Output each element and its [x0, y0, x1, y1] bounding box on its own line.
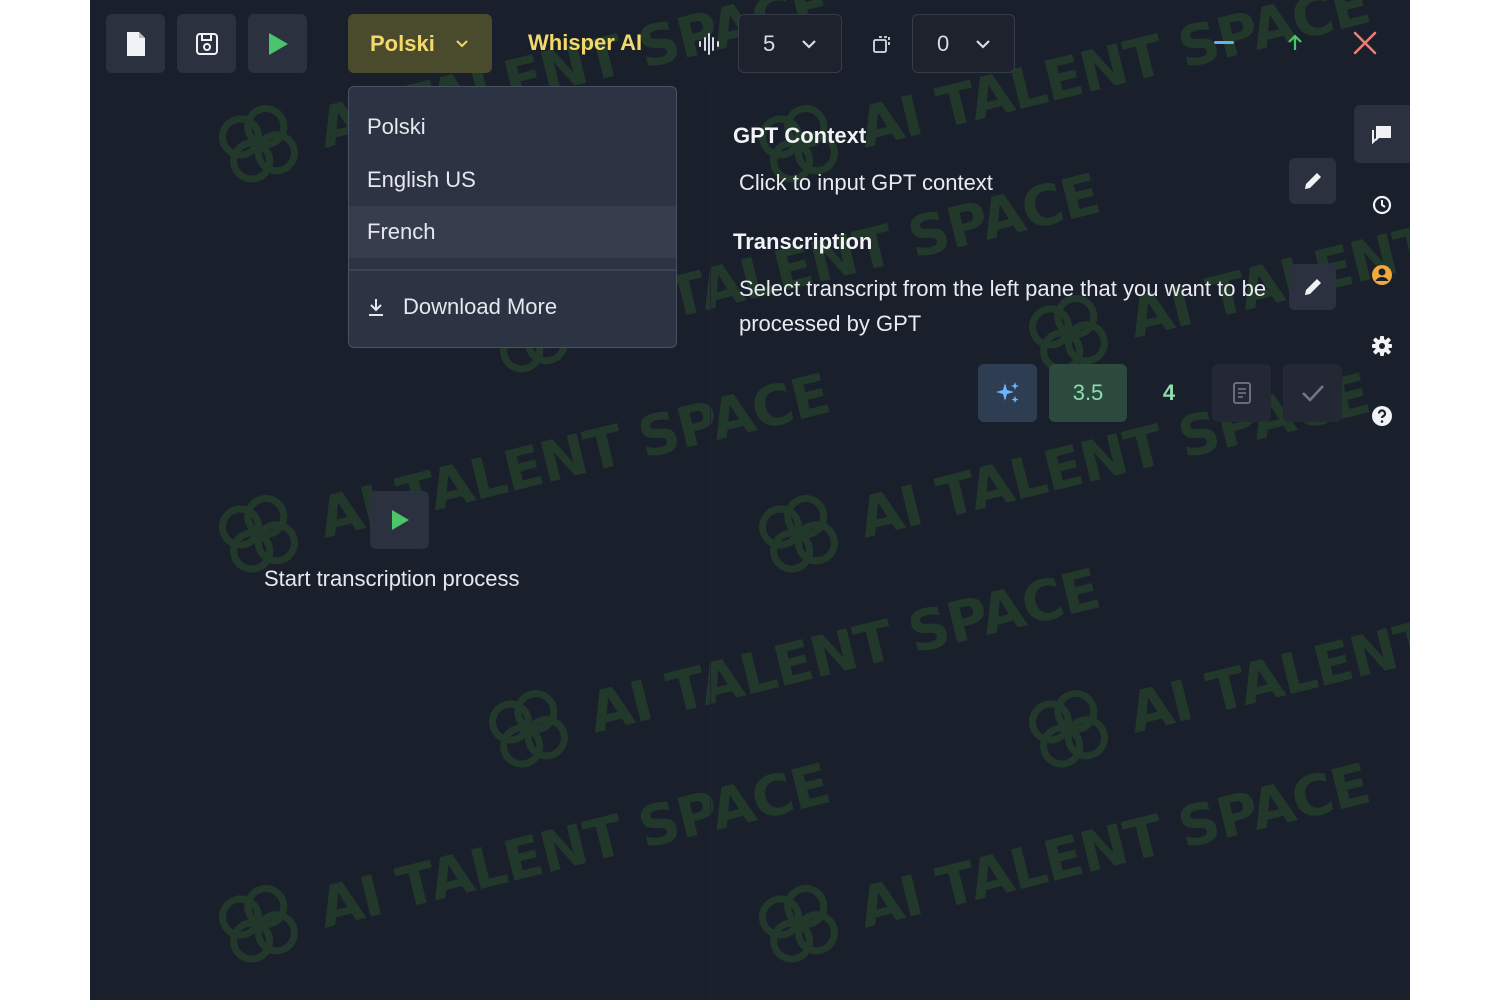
chat-icon [1372, 126, 1391, 145]
brain-logo-icon [219, 885, 298, 963]
brain-logo-icon [489, 690, 568, 768]
language-select[interactable]: Polski [348, 14, 492, 73]
play-icon [391, 510, 409, 530]
download-more-button[interactable]: Download More [367, 294, 557, 320]
help-icon [1372, 406, 1392, 426]
minimize-icon [1214, 41, 1234, 44]
check-icon [1301, 385, 1324, 402]
watermark-text: AI TALENT SPACE [1122, 556, 1410, 747]
edit-transcription-button[interactable] [1289, 264, 1336, 310]
sidebar-tab-settings[interactable] [1354, 317, 1410, 375]
transcription-field[interactable]: Select transcript from the left pane tha… [739, 271, 1284, 341]
count-select[interactable]: 5 [738, 14, 842, 73]
watermark: AI TALENT SPACE [1007, 539, 1410, 790]
language-select-value: Polski [370, 30, 435, 56]
brain-logo-icon [759, 495, 838, 573]
watermark: AI TALENT SPACE [467, 539, 1110, 790]
document-button[interactable] [1212, 364, 1271, 422]
offset-select[interactable]: 0 [912, 14, 1015, 73]
start-transcription-button[interactable] [370, 491, 429, 549]
sidebar-tab-help[interactable] [1354, 387, 1410, 445]
pencil-icon [1304, 279, 1321, 295]
brain-logo-icon [759, 885, 838, 963]
run-button[interactable] [248, 14, 307, 73]
brain-logo-icon [1029, 690, 1108, 768]
sidebar-tab-history[interactable] [1354, 176, 1410, 234]
language-dropdown-menu: Polski English US French Download More [348, 86, 677, 348]
sidebar-tab-chat[interactable] [1354, 105, 1410, 163]
chevron-down-icon [976, 39, 991, 49]
history-icon [1372, 195, 1392, 215]
document-icon [1232, 382, 1251, 404]
language-option-english-us[interactable]: English US [349, 154, 676, 206]
count-select-value: 5 [763, 30, 776, 56]
user-icon [1372, 265, 1392, 285]
pane-divider [710, 86, 711, 1000]
save-icon [195, 32, 218, 55]
chevron-down-icon [456, 39, 468, 47]
brain-logo-icon [219, 105, 298, 183]
language-option-french[interactable]: French [349, 206, 676, 258]
download-more-label: Download More [403, 294, 558, 319]
dropdown-divider [349, 269, 676, 271]
confirm-button[interactable] [1283, 364, 1342, 422]
download-icon [369, 299, 383, 316]
gear-icon [1372, 336, 1392, 356]
watermark: AI TALENT SPACE [197, 734, 840, 985]
edit-gpt-context-button[interactable] [1289, 158, 1336, 204]
transcription-title: Transcription [733, 229, 873, 254]
arrow-up-icon [1288, 34, 1302, 50]
copy-icon [873, 36, 890, 53]
model-label[interactable]: Whisper AI [528, 30, 642, 56]
chevron-down-icon [802, 39, 817, 49]
watermark-text: AI TALENT SPACE [312, 751, 836, 942]
close-button[interactable] [1350, 28, 1380, 58]
watermark-text: AI TALENT SPACE [852, 751, 1376, 942]
sparkle-icon [995, 382, 1019, 403]
start-transcription-label: Start transcription process [264, 566, 520, 591]
watermark-text: AI TALENT SPACE [582, 556, 1106, 747]
sidebar-tab-user[interactable] [1354, 246, 1410, 304]
model-3-5-button[interactable]: 3.5 [1049, 364, 1127, 422]
waveform-icon [699, 33, 719, 55]
minimize-button[interactable] [1209, 28, 1239, 58]
restore-button[interactable] [1280, 28, 1310, 58]
toolbar: Polski Whisper AI 5 0 [90, 0, 1410, 86]
watermark: AI TALENT SPACE [737, 734, 1380, 985]
watermark-layer: AI TALENT SPACE AI TALENT SPACE AI TALEN… [90, 0, 1410, 1000]
watermark: AI TALENT SPACE [197, 344, 840, 595]
gpt-context-title: GPT Context [733, 123, 867, 148]
language-option-polski[interactable]: Polski [349, 101, 676, 153]
new-file-button[interactable] [106, 14, 165, 73]
app-window: AI TALENT SPACE AI TALENT SPACE AI TALEN… [90, 0, 1410, 1000]
save-button[interactable] [177, 14, 236, 73]
play-icon [268, 32, 288, 55]
model-4-button[interactable]: 4 [1143, 364, 1195, 422]
gpt-context-field[interactable]: Click to input GPT context [739, 165, 1284, 200]
pencil-icon [1304, 173, 1321, 189]
offset-select-value: 0 [937, 30, 950, 56]
close-icon [1353, 31, 1377, 55]
file-icon [126, 31, 145, 56]
generate-button[interactable] [978, 364, 1037, 422]
